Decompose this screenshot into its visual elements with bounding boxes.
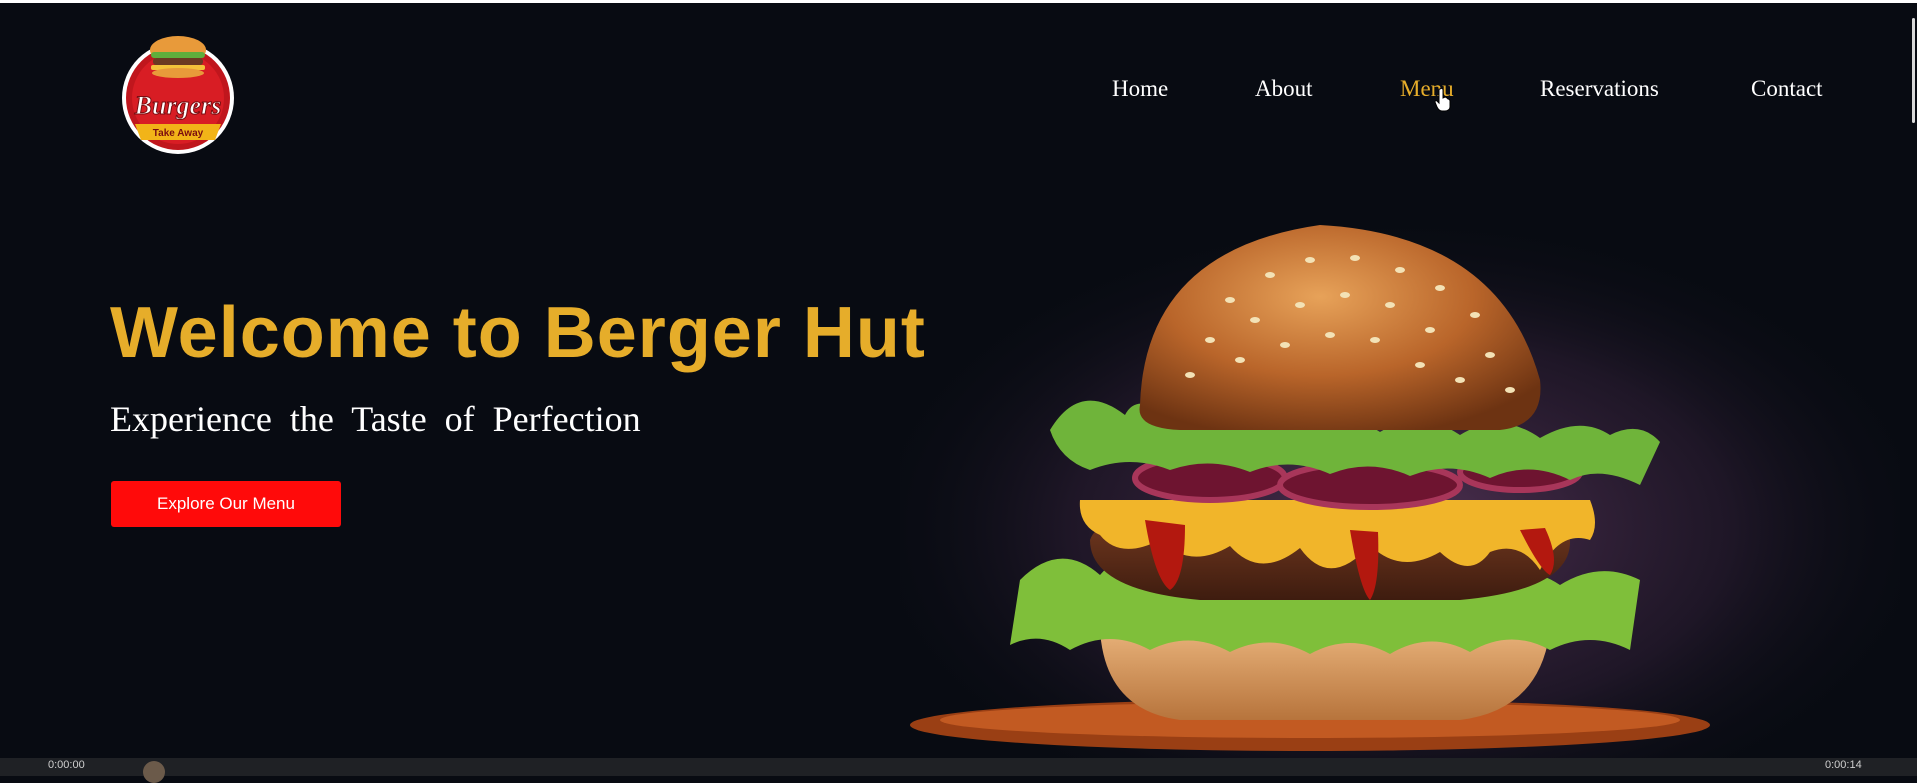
time-total: 0:00:14 [1825,759,1862,771]
nav-reservations[interactable]: Reservations [1540,76,1659,102]
logo-ribbon-text: Take Away [153,128,204,139]
nav-contact[interactable]: Contact [1751,76,1823,102]
top-border [0,0,1917,3]
time-elapsed: 0:00:00 [48,759,85,771]
burgers-logo[interactable]: Burgers Take Away [113,28,243,156]
hero-subtitle: Experience the Taste of Perfection [110,399,641,439]
video-bottom-bar: 0:00:00 0:00:14 [0,758,1917,783]
avatar[interactable] [143,761,165,783]
scrollbar-thumb[interactable] [1912,18,1915,123]
logo-wordmark: Burgers [134,91,222,120]
nav-home[interactable]: Home [1112,76,1168,102]
pointer-hand-icon [1434,88,1451,112]
burger-hero-image [900,180,1900,758]
landing-page: Burgers Take Away Home About Menu Reserv… [0,0,1917,758]
hero-title: Welcome to Berger Hut [110,293,926,373]
nav-about[interactable]: About [1255,76,1313,102]
explore-menu-button[interactable]: Explore Our Menu [111,481,341,527]
